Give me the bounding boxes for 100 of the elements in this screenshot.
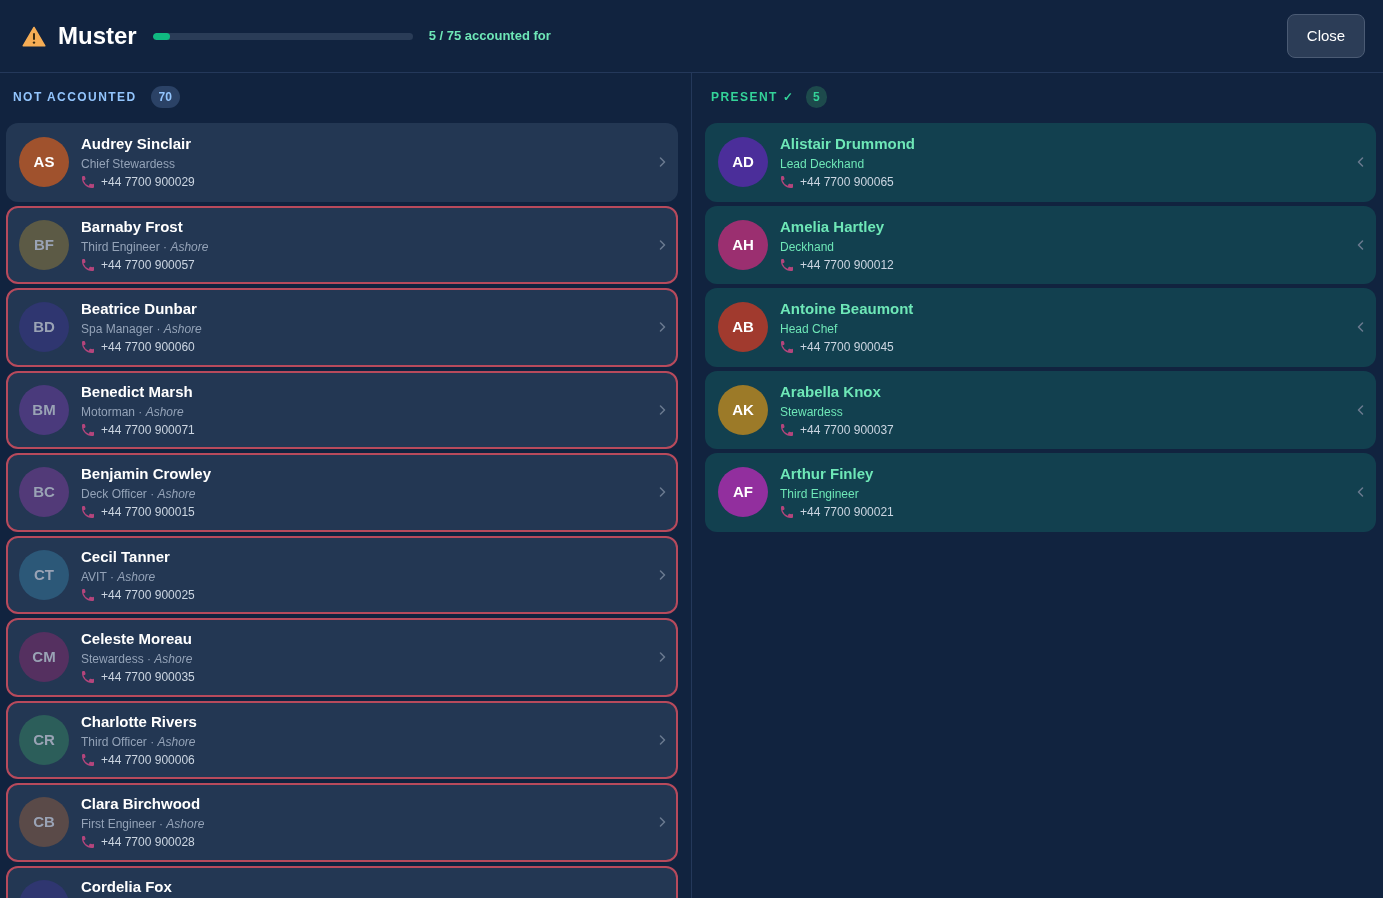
- phone-number: +44 7700 900006: [101, 751, 195, 768]
- initials-avatar: CR: [19, 714, 69, 765]
- count-badge: 70: [150, 86, 180, 108]
- phone-icon: [82, 258, 94, 271]
- section-title: NOT ACCOUNTED: [13, 89, 137, 106]
- person-role: Lead Deckhand: [780, 156, 866, 173]
- phone-icon: [781, 341, 793, 354]
- phone-icon: [82, 176, 94, 189]
- chevron-left-icon: [1357, 322, 1364, 333]
- person-role: AVIT · Ashore: [81, 568, 157, 585]
- person-role: Deckhand: [780, 238, 836, 255]
- phone-number: +44 7700 900037: [800, 421, 894, 438]
- crew-card[interactable]: CT Cecil Tanner AVIT · Ashore +44 7700 900025: [6, 535, 678, 614]
- crew-card[interactable]: AH Amelia Hartley Deckhand +44 7700 900012: [705, 205, 1376, 284]
- chevron-right-icon: [659, 569, 666, 580]
- chevron-right-icon: [659, 404, 666, 415]
- crew-card[interactable]: AB Antoine Beaumont Head Chef +44 7700 900045: [705, 288, 1376, 367]
- person-name: Celeste Moreau: [81, 629, 193, 650]
- chevron-left-icon: [1357, 487, 1364, 498]
- count-badge: 5: [806, 86, 827, 108]
- section-title: PRESENT ✓: [711, 89, 794, 106]
- person-name: Barnaby Frost: [81, 216, 184, 237]
- phone-icon: [781, 176, 793, 189]
- person-role: Motorman · Ashore: [81, 403, 185, 420]
- dialog-title: Muster: [58, 21, 137, 51]
- crew-card[interactable]: CR Charlotte Rivers Third Officer · Ashore +44 7700 900006: [6, 700, 678, 779]
- person-name: Benjamin Crowley: [81, 464, 213, 485]
- accounted-count: 5 / 75 accounted for: [428, 27, 551, 46]
- initials-avatar: AH: [718, 219, 768, 270]
- phone-number: +44 7700 900012: [800, 256, 894, 273]
- crew-card[interactable]: AF Arthur Finley Third Engineer +44 7700 900021: [705, 453, 1376, 532]
- person-name: Benedict Marsh: [81, 381, 194, 402]
- person-role: Spa Manager · Ashore: [81, 321, 203, 338]
- person-role: Third Engineer · Ashore: [81, 238, 210, 255]
- chevron-right-icon: [659, 487, 666, 498]
- person-name: Arthur Finley: [780, 464, 875, 485]
- chevron-right-icon: [659, 157, 666, 168]
- crew-card[interactable]: BD Beatrice Dunbar Spa Manager · Ashore +44 7700 900060: [6, 288, 678, 367]
- phone-number: +44 7700 900029: [101, 174, 195, 191]
- crew-card[interactable]: AS Audrey Sinclair Chief Stewardess +44 7700 900029: [6, 123, 678, 202]
- person-name: Beatrice Dunbar: [81, 299, 198, 320]
- person-name: Amelia Hartley: [780, 216, 886, 237]
- crew-card[interactable]: AD Alistair Drummond Lead Deckhand +44 7700 900065: [705, 123, 1376, 202]
- phone-icon: [781, 506, 793, 519]
- initials-avatar: AB: [718, 302, 768, 353]
- chevron-left-icon: [1357, 404, 1364, 415]
- person-role: Deck Officer · Ashore: [81, 486, 197, 503]
- crew-card[interactable]: AK Arabella Knox Stewardess +44 7700 900037: [705, 370, 1376, 449]
- crew-card[interactable]: Cordelia Fox: [6, 865, 678, 898]
- person-role: Third Engineer: [780, 486, 860, 503]
- phone-icon: [82, 341, 94, 354]
- warning-icon: [22, 25, 46, 47]
- initials-avatar: AS: [19, 137, 69, 188]
- person-role: Head Chef: [780, 321, 839, 338]
- initials-avatar: AK: [718, 384, 768, 435]
- person-role: Chief Stewardess: [81, 156, 177, 173]
- crew-card[interactable]: CB Clara Birchwood First Engineer · Ashore +44 7700 900028: [6, 783, 678, 862]
- crew-card[interactable]: BF Barnaby Frost Third Engineer · Ashore +44 7700 900057: [6, 205, 678, 284]
- close-button[interactable]: Close: [1287, 14, 1365, 58]
- initials-avatar: BM: [19, 384, 69, 435]
- crew-card[interactable]: BC Benjamin Crowley Deck Officer · Ashore +44 7700 900015: [6, 453, 678, 532]
- person-name: Charlotte Rivers: [81, 711, 198, 732]
- phone-number: +44 7700 900057: [101, 256, 195, 273]
- phone-icon: [82, 423, 94, 436]
- phone-number: +44 7700 900065: [800, 174, 894, 191]
- phone-number: +44 7700 900028: [101, 834, 195, 851]
- initials-avatar: BD: [19, 302, 69, 353]
- person-name: Cecil Tanner: [81, 546, 171, 567]
- person-role: Stewardess · Ashore: [81, 651, 194, 668]
- initials-avatar: AD: [718, 137, 768, 188]
- initials-avatar: CB: [19, 797, 69, 848]
- person-name: Audrey Sinclair: [81, 134, 193, 155]
- chevron-right-icon: [659, 652, 666, 663]
- phone-number: +44 7700 900015: [101, 504, 195, 521]
- initials-avatar: AF: [718, 467, 768, 518]
- phone-number: +44 7700 900025: [101, 586, 195, 603]
- phone-number: +44 7700 900021: [800, 504, 894, 521]
- chevron-left-icon: [1357, 239, 1364, 250]
- crew-card[interactable]: BM Benedict Marsh Motorman · Ashore +44 7700 900071: [6, 370, 678, 449]
- phone-icon: [82, 588, 94, 601]
- chevron-right-icon: [659, 734, 666, 745]
- person-role: Stewardess: [780, 403, 844, 420]
- phone-number: +44 7700 900035: [101, 669, 195, 686]
- chevron-right-icon: [659, 322, 666, 333]
- person-name: Antoine Beaumont: [780, 299, 915, 320]
- initials-avatar: CT: [19, 549, 69, 600]
- person-role: Third Officer · Ashore: [81, 733, 197, 750]
- person-name: Alistair Drummond: [780, 134, 916, 155]
- person-name: Clara Birchwood: [81, 794, 202, 815]
- initials-avatar: BF: [19, 219, 69, 270]
- person-role: First Engineer · Ashore: [81, 816, 206, 833]
- initials-avatar: BC: [19, 467, 69, 518]
- chevron-right-icon: [659, 817, 666, 828]
- chevron-left-icon: [1357, 157, 1364, 168]
- crew-card[interactable]: CM Celeste Moreau Stewardess · Ashore +44 7700 900035: [6, 618, 678, 697]
- phone-icon: [82, 506, 94, 519]
- phone-icon: [82, 753, 94, 766]
- phone-icon: [82, 836, 94, 849]
- person-name: Cordelia Fox: [81, 876, 173, 897]
- phone-number: +44 7700 900060: [101, 339, 195, 356]
